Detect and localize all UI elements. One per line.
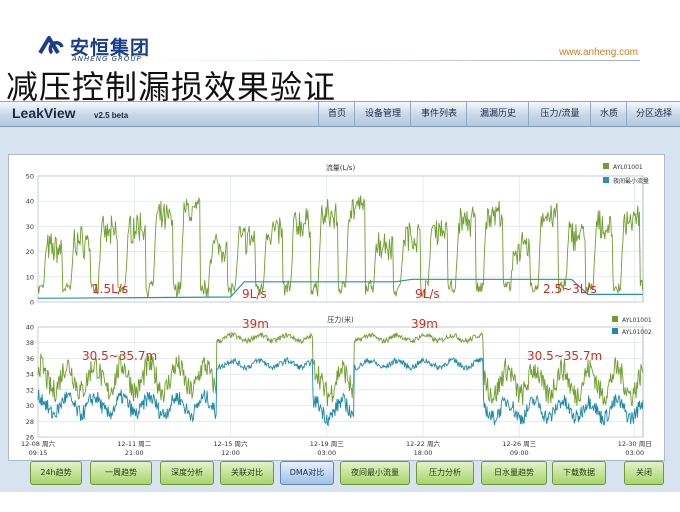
pressure-plot-area: [37, 326, 644, 438]
flow-annotation-3: 9L/s: [415, 287, 440, 301]
x-tick-time-label: 18:00: [414, 449, 433, 457]
pressure-y-tick-label: 40: [26, 324, 34, 332]
pressure-y-tick-label: 28: [26, 418, 34, 426]
pressure-legend-label-1: AYL01001: [622, 317, 652, 324]
btn-week-trend[interactable]: 一周趋势: [90, 461, 152, 485]
flow-y-tick-label: 50: [26, 173, 34, 181]
flow-y-tick-label: 0: [30, 299, 34, 307]
pressure-chart: 403836343230282612-08 周六09:1512-11 周二21:…: [21, 315, 652, 457]
flow-legend-label-2: 夜间最小流量: [613, 177, 649, 185]
flow-y-tick-label: 10: [26, 273, 34, 281]
x-tick-time-label: 21:00: [125, 449, 144, 457]
flow-legend-label-1: AYL01001: [613, 164, 643, 171]
pressure-annotation-low-2: 30.5~35.7m: [527, 349, 603, 363]
pressure-legend-label-2: AYL01002: [622, 329, 652, 336]
flow-legend-swatch-1: [603, 163, 609, 169]
flow-annotation-4: 2.5~3L/s: [543, 282, 597, 296]
x-tick-date-label: 12-15 周六: [214, 439, 248, 448]
flow-y-tick-label: 30: [26, 223, 34, 231]
btn-dma-compare[interactable]: DMA对比: [280, 461, 334, 485]
pressure-y-tick-label: 34: [26, 371, 34, 379]
pressure-annotation-high-1: 39m: [242, 317, 269, 331]
pressure-y-tick-label: 32: [26, 386, 34, 394]
btn-pressure-analysis[interactable]: 压力分析: [416, 461, 474, 485]
pressure-annotation-high-2: 39m: [411, 317, 438, 331]
pressure-y-tick-label: 30: [26, 402, 34, 410]
pressure-legend-swatch-2: [612, 328, 618, 334]
pressure-y-tick-label: 36: [26, 355, 34, 363]
x-tick-date-label: 12-22 周六: [406, 439, 440, 448]
pressure-y-tick-label: 38: [26, 339, 34, 347]
flow-y-tick-label: 40: [26, 198, 34, 206]
pressure-chart-title: 压力(米): [327, 315, 354, 324]
x-tick-date-label: 12-08 周六: [21, 439, 55, 448]
x-tick-time-label: 12:00: [221, 449, 240, 457]
btn-correlation[interactable]: 关联对比: [220, 461, 274, 485]
pressure-legend-swatch-1: [612, 316, 618, 322]
flow-annotation-2: 9L/s: [242, 287, 267, 301]
btn-download[interactable]: 下载数据: [552, 461, 606, 485]
pressure-annotation-low-1: 30.5~35.7m: [82, 349, 158, 363]
x-tick-date-label: 12-11 周二: [117, 440, 151, 448]
x-tick-date-label: 12-19 周三: [310, 440, 344, 448]
flow-y-tick-label: 20: [26, 248, 34, 256]
btn-daily-volume[interactable]: 日水量趋势: [481, 461, 547, 485]
x-tick-date-label: 12-30 周日: [618, 440, 652, 448]
btn-night-min-flow[interactable]: 夜间最小流量: [340, 461, 410, 485]
btn-24h-trend[interactable]: 24h趋势: [30, 461, 82, 485]
charts-svg: 50 40 30 20 10 0 流量(L/s) AYL01001 夜间最小流量 40 38 36 3…: [21, 163, 652, 457]
x-tick-time-label: 03:00: [317, 449, 336, 457]
btn-close[interactable]: 关闭: [624, 461, 664, 485]
flow-legend-swatch-2: [603, 177, 609, 183]
flow-chart-title: 流量(L/s): [326, 163, 356, 172]
btn-deep-analysis[interactable]: 深度分析: [160, 461, 214, 485]
flow-annotation-1: 1.5L/s: [92, 282, 129, 296]
x-tick-time-label: 09:15: [29, 449, 48, 457]
x-tick-time-label: 09:00: [510, 449, 529, 457]
x-tick-time-label: 03:00: [625, 449, 644, 457]
x-tick-date-label: 12-26 周三: [502, 440, 536, 448]
